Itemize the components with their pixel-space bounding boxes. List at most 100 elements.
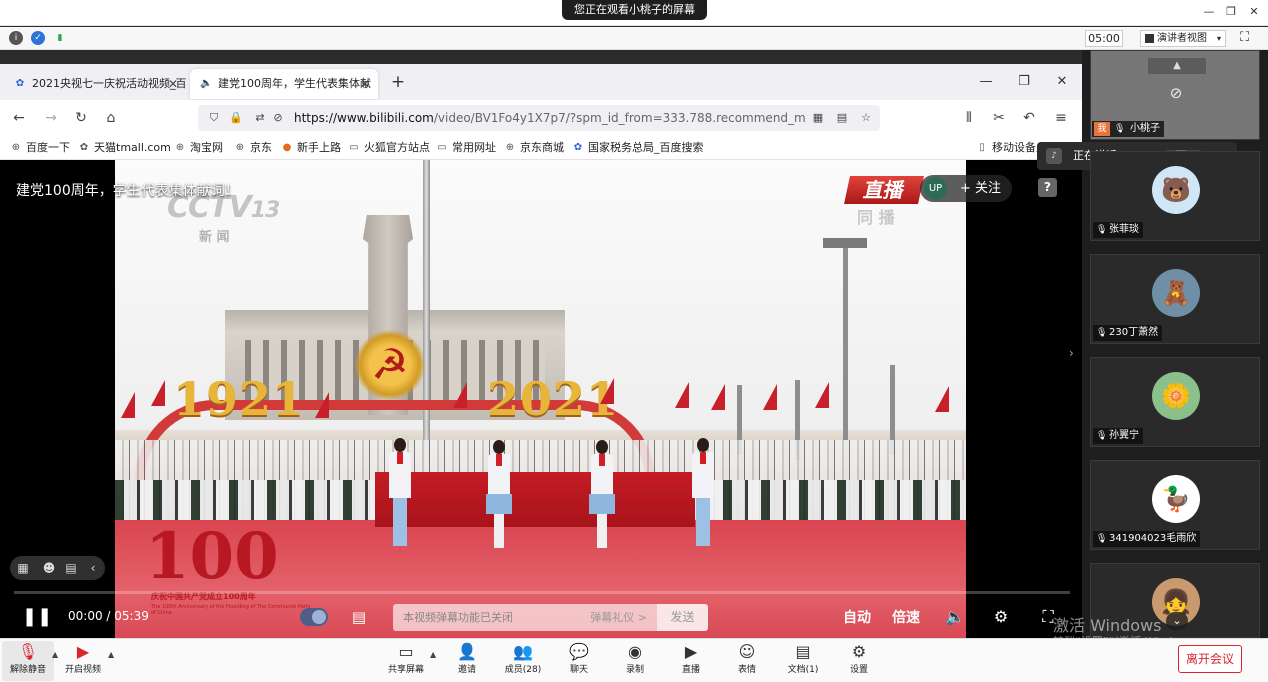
- party-emblem-icon: ☭: [355, 330, 425, 400]
- live-button[interactable]: ▶ 直播: [665, 641, 717, 681]
- chevron-left-icon[interactable]: ‹: [84, 559, 102, 577]
- danmaku-etiquette-link[interactable]: 弹幕礼仪 >: [590, 604, 647, 631]
- autoplay-blocked-icon[interactable]: ⊘: [270, 110, 286, 126]
- permissions-icon[interactable]: ⇄: [252, 110, 268, 126]
- collapse-panel-icon[interactable]: ›: [1069, 345, 1081, 361]
- speed-button[interactable]: 倍速: [892, 607, 920, 627]
- video-dais: [375, 472, 695, 527]
- lock-icon[interactable]: 🔒: [228, 110, 244, 126]
- follow-button[interactable]: UP + 关注: [920, 175, 1012, 202]
- library-icon[interactable]: ⫴: [960, 109, 978, 127]
- record-button[interactable]: ◉ 录制: [609, 641, 661, 681]
- quality-button[interactable]: 自动: [843, 607, 871, 627]
- shield-icon[interactable]: ✓: [31, 31, 45, 45]
- uploader-avatar[interactable]: UP: [924, 177, 947, 200]
- time-current: 00:00: [68, 609, 103, 623]
- screenshot-icon[interactable]: ✂: [990, 109, 1008, 127]
- unmute-button[interactable]: 🎙 解除静音: [2, 641, 54, 681]
- participant-tile[interactable]: 🐻 🎙 张菲琰: [1090, 151, 1260, 241]
- restore-button[interactable]: ❐: [1222, 4, 1240, 20]
- address-bar[interactable]: ⛉ 🔒 ⇄ ⊘ https://www.bilibili.com/video/B…: [198, 105, 880, 131]
- info-icon[interactable]: i: [9, 31, 23, 45]
- speaker-icon[interactable]: 🔈: [200, 78, 212, 90]
- danmaku-input[interactable]: 本视频弹幕功能已关闭 弹幕礼仪 >: [393, 604, 657, 631]
- red-flag-icon: [151, 380, 165, 406]
- share-options-caret-icon[interactable]: ▲: [430, 651, 438, 659]
- document-button[interactable]: ▤ 文档(1): [777, 641, 829, 681]
- face-icon[interactable]: ☻: [40, 559, 58, 577]
- bookmark-star-icon[interactable]: ☆: [858, 110, 874, 126]
- settings-gear-icon[interactable]: ⚙: [990, 606, 1012, 628]
- reader-view-icon[interactable]: ▤: [834, 110, 850, 126]
- menu-icon[interactable]: ≡: [1052, 109, 1070, 127]
- video-player[interactable]: 1921 2021 ☭ CCTV13 新 闻 直播 同 播 100 庆祝中国共产…: [0, 160, 1082, 638]
- participant-tile[interactable]: 🌼 🎙 孙翼宁: [1090, 357, 1260, 447]
- video-options-caret-icon[interactable]: ▲: [108, 651, 116, 659]
- leave-meeting-button[interactable]: 离开会议: [1178, 645, 1242, 673]
- new-tab-button[interactable]: +: [388, 72, 408, 92]
- scroll-up-button[interactable]: ▲: [1148, 58, 1206, 74]
- presenter-view-dropdown[interactable]: 演讲者视图 ▾: [1140, 30, 1226, 47]
- layout-icon[interactable]: ▦: [14, 559, 32, 577]
- forward-icon[interactable]: →: [42, 109, 60, 127]
- bookmark-item[interactable]: ▭ 火狐官方站点: [348, 139, 430, 157]
- camera-off-icon: ⊘: [1169, 84, 1183, 102]
- red-flag-icon: [453, 382, 467, 408]
- red-flag-icon: [763, 384, 777, 410]
- time-total: 05:39: [114, 609, 149, 623]
- bookmark-label: 常用网址: [452, 141, 496, 154]
- members-button[interactable]: 👥 成员(28): [497, 641, 549, 681]
- shield-icon[interactable]: ⛉: [206, 110, 222, 126]
- tile-menu-button[interactable]: ⌄: [1166, 612, 1188, 630]
- url-text[interactable]: https://www.bilibili.com/video/BV1Fo4y1X…: [294, 105, 806, 131]
- chat-button[interactable]: 💬 聊天: [553, 641, 605, 681]
- video-frame[interactable]: 1921 2021 ☭ CCTV13 新 闻 直播 同 播 100 庆祝中国共产…: [115, 160, 966, 638]
- danmaku-toggle[interactable]: [300, 608, 328, 626]
- danmaku-settings-icon[interactable]: ▤: [348, 606, 370, 628]
- home-icon[interactable]: ⌂: [102, 109, 120, 127]
- bookmark-item[interactable]: ⊕ 淘宝网: [174, 139, 223, 157]
- video-title: 建党100周年，学生代表集体献词！: [16, 183, 239, 199]
- player-controls: ❚❚ 00:00 / 05:39 ▤ 本视频弹幕功能已关闭 弹幕礼仪 > 发送 …: [0, 598, 1082, 638]
- close-button[interactable]: ✕: [1245, 4, 1263, 20]
- browser-minimize-button[interactable]: —: [976, 72, 996, 92]
- share-screen-button[interactable]: ▭ 共享屏幕: [380, 641, 432, 681]
- participant-tile[interactable]: 🦆 🎙 341904023毛雨欣: [1090, 460, 1260, 550]
- pause-icon[interactable]: ❚❚: [22, 606, 52, 628]
- bookmark-item[interactable]: ⊕ 京东商城: [504, 139, 564, 157]
- qr-code-icon[interactable]: ▦: [810, 110, 826, 126]
- back-icon[interactable]: ←: [10, 109, 28, 127]
- bookmark-item[interactable]: ● 新手上路: [281, 139, 341, 157]
- help-icon[interactable]: ?: [1038, 178, 1057, 197]
- bookmark-item[interactable]: ✿ 天猫tmall.com: [78, 139, 171, 157]
- volume-icon[interactable]: 🔈: [944, 606, 966, 628]
- send-danmaku-button[interactable]: 发送: [657, 604, 708, 631]
- undo-icon[interactable]: ↶: [1020, 109, 1038, 127]
- browser-tab-1[interactable]: ✿ 2021央视七一庆祝活动视频_百 ✕: [4, 69, 186, 99]
- browser-tab-2[interactable]: 🔈 建党100周年，学生代表集体献 ✕: [190, 69, 378, 99]
- close-tab-icon[interactable]: ✕: [360, 69, 370, 99]
- close-tab-icon[interactable]: ✕: [168, 69, 178, 99]
- browser-close-button[interactable]: ✕: [1052, 72, 1072, 92]
- minimize-button[interactable]: —: [1200, 4, 1218, 20]
- player-side-tools: ▦ ☻ ▤ ‹: [10, 556, 105, 580]
- chevron-down-icon: ▾: [1216, 34, 1221, 43]
- bookmark-item[interactable]: ▭ 常用网址: [436, 139, 496, 157]
- invite-button[interactable]: 👤 邀请: [441, 641, 493, 681]
- mic-muted-icon: 🎙: [1096, 534, 1108, 544]
- subtitle-icon[interactable]: ▤: [62, 559, 80, 577]
- emoji-button[interactable]: ☺ 表情: [721, 641, 773, 681]
- browser-restore-button[interactable]: ❐: [1014, 72, 1034, 92]
- signal-icon[interactable]: ▮: [53, 31, 67, 45]
- toolbar-label: 共享屏幕: [387, 665, 424, 675]
- settings-button[interactable]: ⚙ 设置: [833, 641, 885, 681]
- self-badge: 我: [1094, 122, 1110, 136]
- start-video-button[interactable]: ▶ 开启视频: [57, 641, 109, 681]
- bookmark-item[interactable]: ⊕ 京东: [234, 139, 272, 157]
- participant-tile[interactable]: 🧸 🎙 230丁萧然: [1090, 254, 1260, 344]
- reload-icon[interactable]: ↻: [72, 109, 90, 127]
- bookmark-item[interactable]: ⊕ 百度一下: [10, 139, 70, 157]
- fullscreen-icon[interactable]: ⛶: [1240, 30, 1256, 46]
- bookmark-item[interactable]: ✿ 国家税务总局_百度搜索: [572, 139, 704, 157]
- video-progress-bar[interactable]: [14, 591, 1070, 594]
